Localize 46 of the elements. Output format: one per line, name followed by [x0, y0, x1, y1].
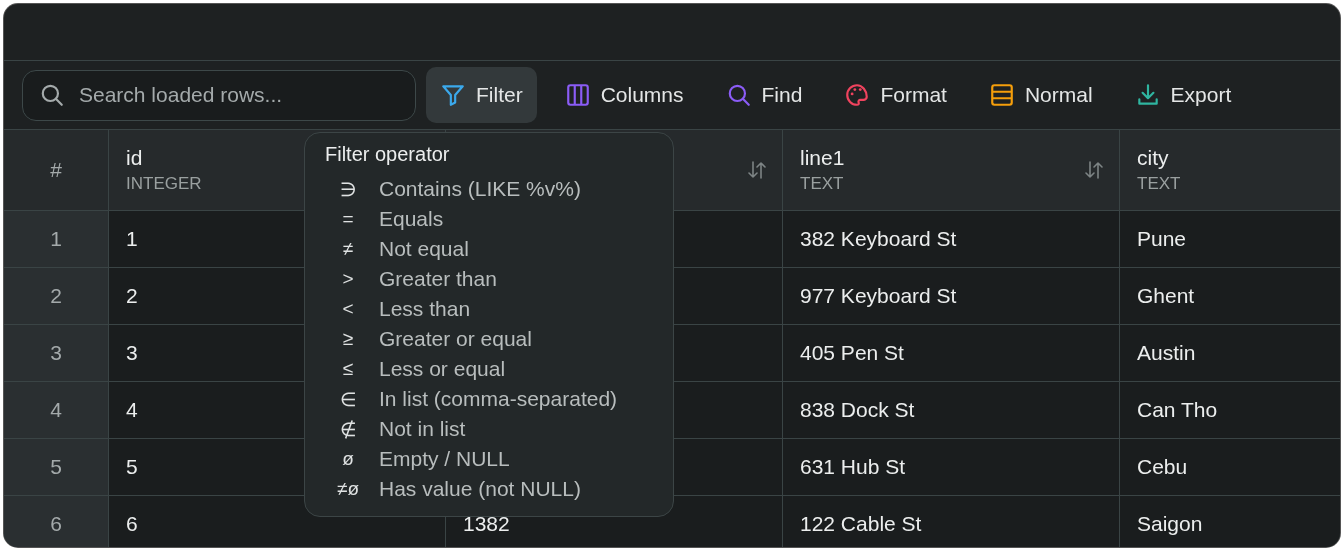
operator-symbol: < — [341, 298, 355, 320]
column-name: id — [126, 146, 144, 171]
table-cell: Cebu — [1120, 439, 1340, 496]
column-type: INTEGER — [126, 174, 202, 195]
operator-symbol: = — [341, 208, 355, 230]
column-header[interactable]: city TEXT — [1120, 130, 1340, 211]
column-type: TEXT — [1137, 174, 1181, 195]
operator-symbol: > — [341, 268, 355, 290]
row-number: 6 — [4, 496, 108, 547]
column-name: city — [1137, 146, 1170, 171]
row-number: 5 — [4, 439, 108, 496]
operator-symbol: ≤ — [341, 358, 355, 380]
row-number: 1 — [4, 211, 108, 268]
row-number: 2 — [4, 268, 108, 325]
table-cell: 631 Hub St — [783, 439, 1119, 496]
operator-symbol: ∉ — [338, 417, 358, 441]
table-cell: 405 Pen St — [783, 325, 1119, 382]
operator-symbol: ∋ — [338, 177, 358, 201]
operator-symbol: ≠ — [341, 238, 355, 260]
toolbar-button[interactable]: Format — [830, 67, 961, 124]
table-cell: 122 Cable St — [783, 496, 1119, 547]
index-header: # — [4, 130, 108, 211]
table-cell: Can Tho — [1120, 382, 1340, 439]
column-name: line1 — [800, 146, 845, 171]
toolbar-button[interactable]: Find — [711, 67, 817, 124]
row-number: 4 — [4, 382, 108, 439]
toolbar-button[interactable]: Columns — [550, 67, 698, 124]
toolbar-button[interactable]: Export — [1120, 67, 1246, 124]
table-cell: Ghent — [1120, 268, 1340, 325]
column-header[interactable]: line1 TEXT — [783, 130, 1119, 211]
column-type: TEXT — [800, 174, 845, 195]
table-cell: Saigon — [1120, 496, 1340, 547]
toolbar-button[interactable]: Filter — [426, 67, 537, 124]
table-cell: 838 Dock St — [783, 382, 1119, 439]
toolbar-button[interactable]: Normal — [974, 67, 1107, 124]
row-number: 3 — [4, 325, 108, 382]
operator-symbol: ∈ — [338, 387, 358, 411]
table-cell: 382 Keyboard St — [783, 211, 1119, 268]
table-cell: Austin — [1120, 325, 1340, 382]
operator-symbol: ≥ — [341, 328, 355, 350]
sort-icon[interactable] — [746, 159, 768, 182]
sort-icon[interactable] — [1083, 159, 1105, 182]
operator-symbol: ø — [341, 448, 355, 470]
table-cell: Pune — [1120, 211, 1340, 268]
search-field[interactable]: Search loaded rows... — [22, 69, 416, 121]
table-cell: 977 Keyboard St — [783, 268, 1119, 325]
